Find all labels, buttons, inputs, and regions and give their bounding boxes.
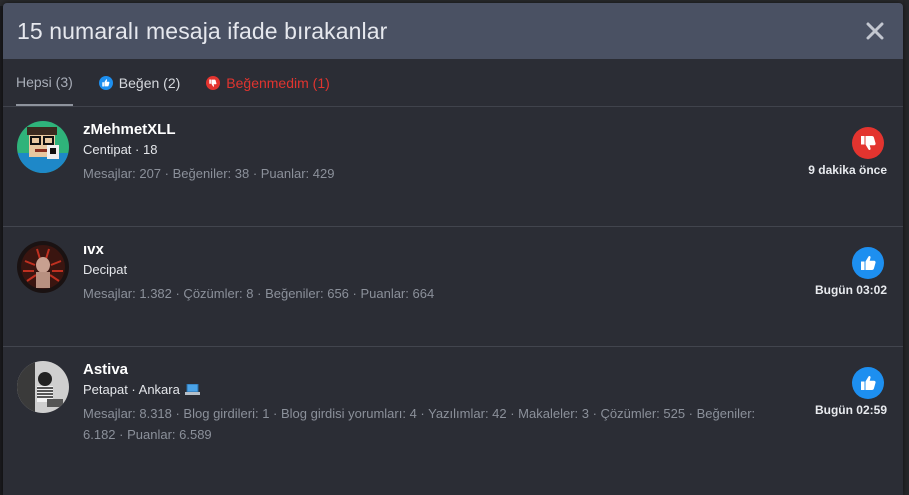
- user-title: Decipat: [83, 262, 128, 277]
- user-title: Centipat · 18: [83, 142, 158, 157]
- reaction-info: 9 dakika önce: [808, 127, 887, 177]
- backdrop-edge: [903, 0, 909, 495]
- tab-dislike[interactable]: Beğenmedim (1): [206, 58, 330, 106]
- user-stats: Mesajlar: 207 · Beğeniler: 38 · Puanlar:…: [83, 166, 335, 181]
- username-link[interactable]: Astiva: [83, 361, 763, 378]
- modal-header: 15 numaralı mesaja ifade bırakanlar: [3, 3, 903, 59]
- list-item: zMehmetXLL Centipat · 18 Mesajlar: 207 ·…: [3, 107, 903, 227]
- tab-like[interactable]: Beğen (2): [98, 58, 181, 106]
- tab-like-label: Beğen (2): [118, 75, 181, 91]
- close-icon: [866, 22, 884, 40]
- thumbs-down-icon: [206, 76, 221, 90]
- reaction-list: zMehmetXLL Centipat · 18 Mesajlar: 207 ·…: [3, 107, 903, 487]
- tab-all-label: Hepsi (3): [16, 74, 73, 90]
- reaction-info: Bugün 02:59: [815, 367, 887, 417]
- modal-title: 15 numaralı mesaja ifade bırakanlar: [17, 17, 388, 44]
- list-item: ıvx Decipat Mesajlar: 1.382 · Çözümler: …: [3, 227, 903, 347]
- laptop-icon: [184, 384, 200, 395]
- tab-dislike-label: Beğenmedim (1): [226, 75, 330, 91]
- avatar[interactable]: [17, 121, 69, 173]
- reaction-time: Bugün 03:02: [814, 283, 887, 297]
- reaction-tabs: Hepsi (3) Beğen (2) Beğenmedim (1): [3, 59, 903, 107]
- reaction-time: Bugün 02:59: [814, 403, 887, 417]
- user-stats: Mesajlar: 8.318 · Blog girdileri: 1 · Bl…: [83, 406, 756, 442]
- tab-all[interactable]: Hepsi (3): [16, 58, 73, 106]
- user-title: Petapat · Ankara: [83, 382, 763, 397]
- username-link[interactable]: ıvx: [83, 241, 763, 258]
- user-stats: Mesajlar: 1.382 · Çözümler: 8 · Beğenile…: [83, 286, 435, 301]
- thumbs-up-icon: [852, 367, 884, 399]
- thumbs-down-icon: [852, 127, 884, 159]
- avatar[interactable]: [17, 241, 69, 293]
- close-button[interactable]: [861, 17, 889, 45]
- thumbs-up-icon: [852, 247, 884, 279]
- reaction-info: Bugün 03:02: [815, 247, 887, 297]
- list-item: Astiva Petapat · Ankara Mesajlar: 8.318 …: [3, 347, 903, 487]
- avatar[interactable]: [17, 361, 69, 413]
- thumbs-up-icon: [98, 76, 113, 90]
- reaction-time: 9 dakika önce: [808, 163, 887, 177]
- username-link[interactable]: zMehmetXLL: [83, 121, 763, 138]
- reactions-modal: 15 numaralı mesaja ifade bırakanlar Heps…: [3, 3, 903, 495]
